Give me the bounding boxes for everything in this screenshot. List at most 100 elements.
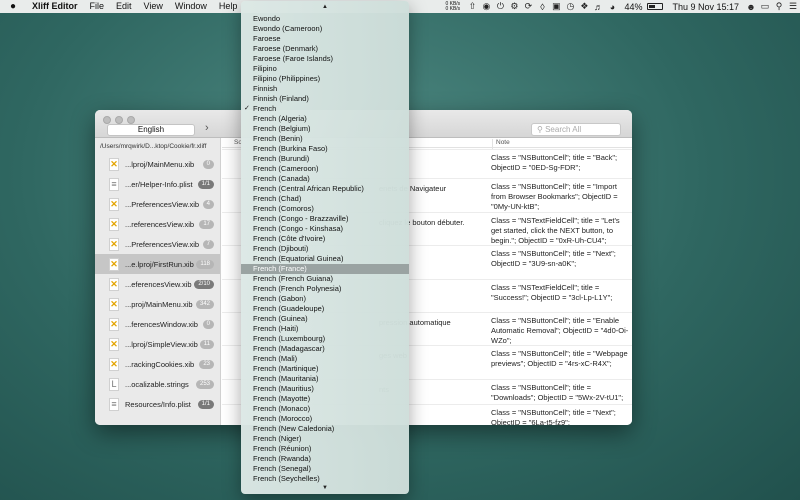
- language-menu-item[interactable]: French (Congo - Brazzaville): [241, 214, 409, 224]
- language-menu-item[interactable]: French (Cameroon): [241, 164, 409, 174]
- menu-view[interactable]: View: [138, 0, 169, 13]
- language-menu-item[interactable]: French (Central African Republic): [241, 184, 409, 194]
- language-menu-item[interactable]: French (Congo - Kinshasa): [241, 224, 409, 234]
- bluetooth-icon[interactable]: ❖: [577, 1, 591, 12]
- language-menu-item[interactable]: French (Côte d'Ivoire): [241, 234, 409, 244]
- language-menu-item[interactable]: Filipino: [241, 64, 409, 74]
- language-menu-item[interactable]: French (Comoros): [241, 204, 409, 214]
- language-menu-item[interactable]: French (New Caledonia): [241, 424, 409, 434]
- language-menu-item[interactable]: French (Luxembourg): [241, 334, 409, 344]
- language-menu-item[interactable]: French (Mauritania): [241, 374, 409, 384]
- language-menu-item[interactable]: French (Monaco): [241, 404, 409, 414]
- battery-percent[interactable]: 44%: [619, 2, 647, 12]
- language-menu-item[interactable]: French (Burundi): [241, 154, 409, 164]
- language-menu-item[interactable]: Finnish: [241, 84, 409, 94]
- language-menu-item[interactable]: Ewondo: [241, 14, 409, 24]
- language-menu-item[interactable]: French (Burkina Faso): [241, 144, 409, 154]
- language-label: French (Seychelles): [253, 474, 320, 483]
- language-menu-item[interactable]: French (French Guiana): [241, 274, 409, 284]
- file-list-item[interactable]: ✕ ...e.lproj/FirstRun.xib 118: [95, 254, 220, 274]
- menu-window[interactable]: Window: [169, 0, 213, 13]
- language-menu-item[interactable]: French (Canada): [241, 174, 409, 184]
- shield-check-icon[interactable]: ◊: [535, 2, 549, 12]
- file-list-item[interactable]: ✕ ...lproj/MainMenu.xib 0: [95, 154, 220, 174]
- language-menu-item[interactable]: French (Guinea): [241, 314, 409, 324]
- user-icon[interactable]: ☻: [744, 2, 758, 12]
- shield-icon[interactable]: ◉: [479, 1, 493, 12]
- battery-icon[interactable]: [647, 3, 664, 10]
- language-menu-item[interactable]: French (Morocco): [241, 414, 409, 424]
- language-menu-item[interactable]: French (Rwanda): [241, 454, 409, 464]
- power-icon[interactable]: ⏻: [493, 1, 507, 12]
- notification-icon[interactable]: ☰: [786, 1, 800, 12]
- menu-help[interactable]: Help: [213, 0, 244, 13]
- wifi-icon[interactable]: ◕: [605, 2, 619, 12]
- zoom-window-button[interactable]: [127, 116, 135, 124]
- menu-app-name[interactable]: Xliff Editor: [26, 0, 84, 13]
- language-list: Ewondo Ewondo (Cameroon) Faroese Faroese (D…: [241, 14, 409, 484]
- language-menu-item[interactable]: French (Senegal): [241, 464, 409, 474]
- language-menu-item[interactable]: French (Mali): [241, 354, 409, 364]
- language-label: Ewondo (Cameroon): [253, 24, 323, 33]
- scroll-down-arrow-icon[interactable]: ▼: [241, 485, 409, 491]
- file-list-item[interactable]: L ...ocalizable.strings 253: [95, 374, 220, 394]
- language-label: French (Belgium): [253, 124, 311, 133]
- language-menu-item[interactable]: French (Martinique): [241, 364, 409, 374]
- language-menu-item[interactable]: Ewondo (Cameroon): [241, 24, 409, 34]
- language-menu-item[interactable]: French (Réunion): [241, 444, 409, 454]
- language-menu-item[interactable]: French (Haiti): [241, 324, 409, 334]
- file-list-item[interactable]: ✕ ...PreferencesView.xib 7: [95, 234, 220, 254]
- language-menu-item[interactable]: Faroese: [241, 34, 409, 44]
- language-menu-item[interactable]: French (Seychelles): [241, 474, 409, 484]
- language-menu-item[interactable]: Faroese (Denmark): [241, 44, 409, 54]
- source-language-button[interactable]: English: [107, 124, 195, 136]
- apple-icon[interactable]: ●: [0, 1, 26, 12]
- language-menu-item[interactable]: French (France): [241, 264, 409, 274]
- language-menu-item[interactable]: Faroese (Faroe Islands): [241, 54, 409, 64]
- file-list-item[interactable]: ✕ ...PreferencesView.xib 4: [95, 194, 220, 214]
- upload-icon[interactable]: ⇧: [465, 1, 479, 12]
- language-menu-item[interactable]: French (Chad): [241, 194, 409, 204]
- language-menu-item[interactable]: French (Guadeloupe): [241, 304, 409, 314]
- search-icon[interactable]: ⚲: [772, 1, 786, 12]
- menu-file[interactable]: File: [84, 0, 111, 13]
- language-menu-item[interactable]: French (Mayotte): [241, 394, 409, 404]
- close-window-button[interactable]: [103, 116, 111, 124]
- language-menu-item[interactable]: French (Gabon): [241, 294, 409, 304]
- language-menu-item[interactable]: French (Mauritius): [241, 384, 409, 394]
- file-list-item[interactable]: ✕ ...referencesView.xib 17: [95, 214, 220, 234]
- sync-icon[interactable]: ⟳: [521, 1, 535, 12]
- file-list-item[interactable]: ✕ ...ferencesWindow.xib 0: [95, 314, 220, 334]
- clock-datetime[interactable]: Thu 9 Nov 15:17: [667, 2, 744, 12]
- scroll-up-arrow-icon[interactable]: ▲: [241, 4, 409, 10]
- language-menu-item[interactable]: French (French Polynesia): [241, 284, 409, 294]
- language-label: French (Luxembourg): [253, 334, 326, 343]
- display-icon[interactable]: ▭: [758, 1, 772, 12]
- language-menu-item[interactable]: French (Benin): [241, 134, 409, 144]
- lock-icon[interactable]: ▣: [549, 1, 563, 12]
- language-menu-item[interactable]: French (Niger): [241, 434, 409, 444]
- minimize-window-button[interactable]: [115, 116, 123, 124]
- language-menu-item[interactable]: French (Algeria): [241, 114, 409, 124]
- clock-icon[interactable]: ◷: [563, 1, 577, 12]
- language-menu-item[interactable]: French (Belgium): [241, 124, 409, 134]
- gear-icon[interactable]: ⚙: [507, 1, 521, 12]
- menu-edit[interactable]: Edit: [110, 0, 138, 13]
- column-note[interactable]: Note: [492, 139, 510, 149]
- language-menu-item[interactable]: ✓ French: [241, 104, 409, 114]
- file-list-item[interactable]: ≡ ...er/Helper-Info.plist 1/1: [95, 174, 220, 194]
- file-list-item[interactable]: ✕ ...eferencesView.xib 2/10: [95, 274, 220, 294]
- language-menu-item[interactable]: Filipino (Philippines): [241, 74, 409, 84]
- file-list-item[interactable]: ✕ ...proj/MainMenu.xib 342: [95, 294, 220, 314]
- language-menu-item[interactable]: French (Equatorial Guinea): [241, 254, 409, 264]
- file-list-item[interactable]: ≡ Resources/Info.plist 1/1: [95, 394, 220, 414]
- plist-file-icon: ≡: [109, 177, 119, 191]
- volume-icon[interactable]: ♬: [591, 2, 605, 12]
- language-menu-item[interactable]: French (Madagascar): [241, 344, 409, 354]
- language-menu-item[interactable]: Finnish (Finland): [241, 94, 409, 104]
- search-field[interactable]: ⚲ Search All: [531, 123, 621, 136]
- file-list-item[interactable]: ✕ ...lproj/SimpleView.xib 11: [95, 334, 220, 354]
- file-list-item[interactable]: ✕ ...rackingCookies.xib 23: [95, 354, 220, 374]
- language-menu-item[interactable]: French (Djibouti): [241, 244, 409, 254]
- language-label: Ewondo: [253, 14, 281, 23]
